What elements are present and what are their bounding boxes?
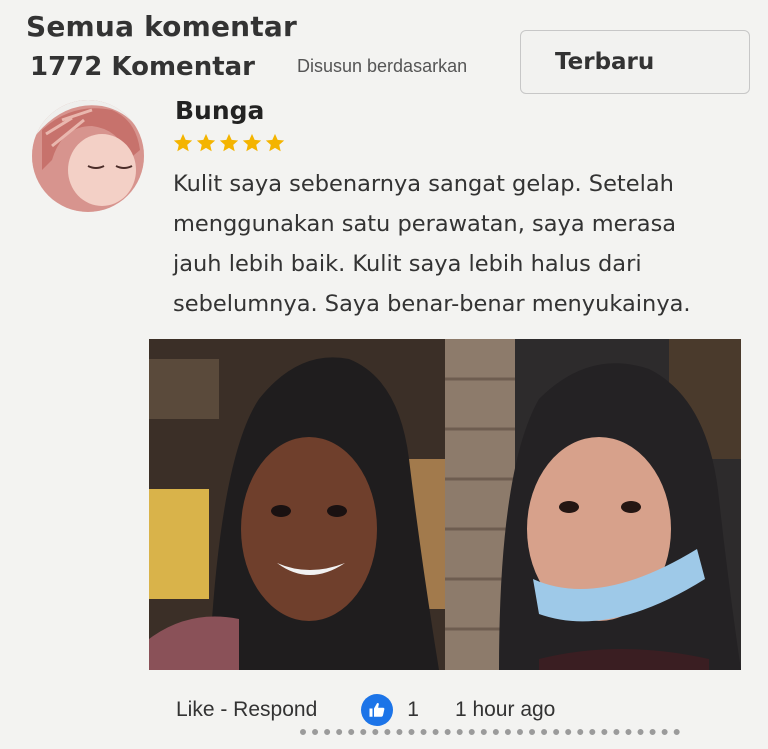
sort-dropdown[interactable]: Terbaru bbox=[520, 30, 750, 94]
sort-dropdown-value: Terbaru bbox=[555, 49, 655, 75]
comment-text-line: sebelumnya. Saya benar-benar menyukainya… bbox=[173, 291, 691, 317]
comment-text-line: Kulit saya sebenarnya sangat gelap. Sete… bbox=[173, 171, 674, 197]
comment-text-line: menggunakan satu perawatan, saya merasa bbox=[173, 211, 677, 237]
comment-text: Kulit saya sebenarnya sangat gelap. Sete… bbox=[173, 164, 733, 324]
star-icon bbox=[173, 133, 193, 152]
star-icon bbox=[265, 133, 285, 152]
star-icon bbox=[219, 133, 239, 152]
before-after-photo bbox=[149, 339, 741, 670]
page-title: Semua komentar bbox=[26, 10, 298, 43]
avatar bbox=[32, 100, 144, 212]
next-comment-cutoff bbox=[300, 729, 680, 749]
comment-timestamp: 1 hour ago bbox=[454, 698, 556, 721]
like-respond-link[interactable]: Like - Respond bbox=[176, 698, 317, 722]
comment-text-line: jauh lebih baik. Kulit saya lebih halus … bbox=[173, 251, 642, 277]
like-count: 1 bbox=[407, 698, 419, 721]
avatar-image bbox=[32, 100, 144, 212]
comment-count: 1772 Komentar bbox=[30, 52, 255, 82]
thumbs-up-icon[interactable] bbox=[361, 694, 394, 726]
star-icon bbox=[196, 133, 216, 152]
rating-stars bbox=[172, 132, 286, 154]
comment-photo[interactable] bbox=[149, 339, 741, 670]
star-icon bbox=[242, 133, 262, 152]
comment-username[interactable]: Bunga bbox=[175, 96, 264, 125]
sort-label: Disusun berdasarkan bbox=[297, 56, 468, 76]
comment-footer: Like - Respond 1 1 hour ago bbox=[176, 694, 555, 726]
